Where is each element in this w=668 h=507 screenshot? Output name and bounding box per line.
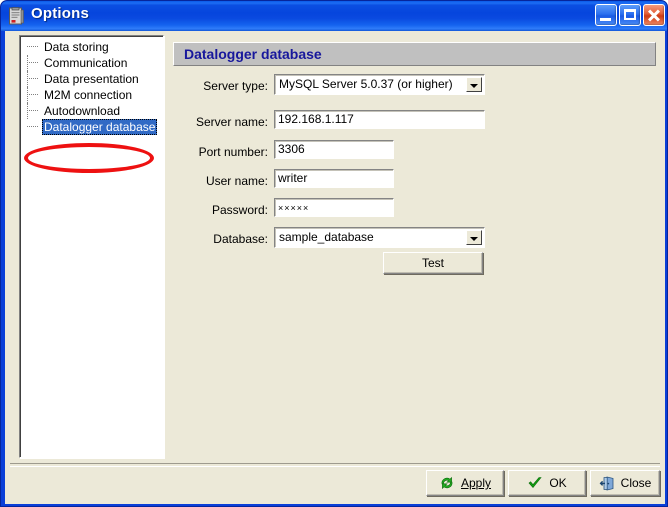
tree-connector-icon <box>27 94 38 95</box>
server-type-combobox[interactable]: MySQL Server 5.0.37 (or higher) <box>274 74 485 95</box>
ok-button[interactable]: OK <box>508 470 586 496</box>
database-combobox[interactable]: sample_database <box>274 227 485 248</box>
chevron-down-icon[interactable] <box>466 230 482 245</box>
database-value: sample_database <box>279 230 374 244</box>
tree-connector-icon <box>27 126 38 127</box>
tree-item-communication[interactable]: Communication <box>22 55 161 71</box>
tree-item-label: Data storing <box>44 40 109 54</box>
user-name-input[interactable]: writer <box>274 169 394 188</box>
tree-connector-icon <box>27 46 38 47</box>
server-type-value: MySQL Server 5.0.37 (or higher) <box>279 77 453 91</box>
server-type-label: Server type: <box>203 79 268 93</box>
footer-divider <box>10 463 660 467</box>
tree-connector-icon <box>27 103 28 119</box>
port-number-label: Port number: <box>198 145 268 159</box>
close-button-label: Close <box>620 476 652 490</box>
chevron-down-icon[interactable] <box>466 77 482 92</box>
maximize-button[interactable] <box>619 4 641 26</box>
checkmark-icon <box>527 475 543 491</box>
close-window-button[interactable] <box>643 4 665 26</box>
apply-button[interactable]: Apply <box>426 470 504 496</box>
minimize-button[interactable] <box>595 4 617 26</box>
dialog-client-area: Data storing Communication Data presenta… <box>5 31 665 504</box>
server-name-input[interactable]: 192.168.1.117 <box>274 110 485 129</box>
tree-connector-icon <box>27 87 28 103</box>
datalogger-device-icon <box>8 7 25 25</box>
port-number-input[interactable]: 3306 <box>274 140 394 159</box>
tree-connector-icon <box>27 55 28 71</box>
ok-button-label: OK <box>549 476 567 490</box>
database-label: Database: <box>213 232 268 246</box>
server-name-label: Server name: <box>195 115 268 129</box>
options-category-tree[interactable]: Data storing Communication Data presenta… <box>19 35 164 458</box>
pane-title: Datalogger database <box>184 46 322 62</box>
title-bar-buttons <box>595 4 665 26</box>
tree-connector-icon <box>27 71 28 87</box>
exit-door-icon <box>599 475 615 491</box>
refresh-arrows-icon <box>439 475 455 491</box>
tree-connector-icon <box>27 78 38 79</box>
tree-connector-icon <box>27 62 38 63</box>
password-label: Password: <box>211 203 268 217</box>
pane-header-bar: Datalogger database <box>173 42 656 66</box>
apply-button-label: Apply <box>460 476 492 490</box>
tree-item-data-storing[interactable]: Data storing <box>22 39 161 55</box>
title-bar[interactable]: Options <box>1 1 667 31</box>
close-button[interactable]: Close <box>590 470 660 496</box>
tree-item-label: Communication <box>44 56 128 70</box>
tree-connector-icon <box>27 110 38 111</box>
user-name-label: User name: <box>205 174 268 188</box>
test-connection-button[interactable]: Test <box>383 252 483 274</box>
password-input[interactable]: ××××× <box>274 198 394 217</box>
options-dialog-window: Options Data storing Communication Data … <box>0 0 668 507</box>
window-title: Options <box>31 5 90 22</box>
